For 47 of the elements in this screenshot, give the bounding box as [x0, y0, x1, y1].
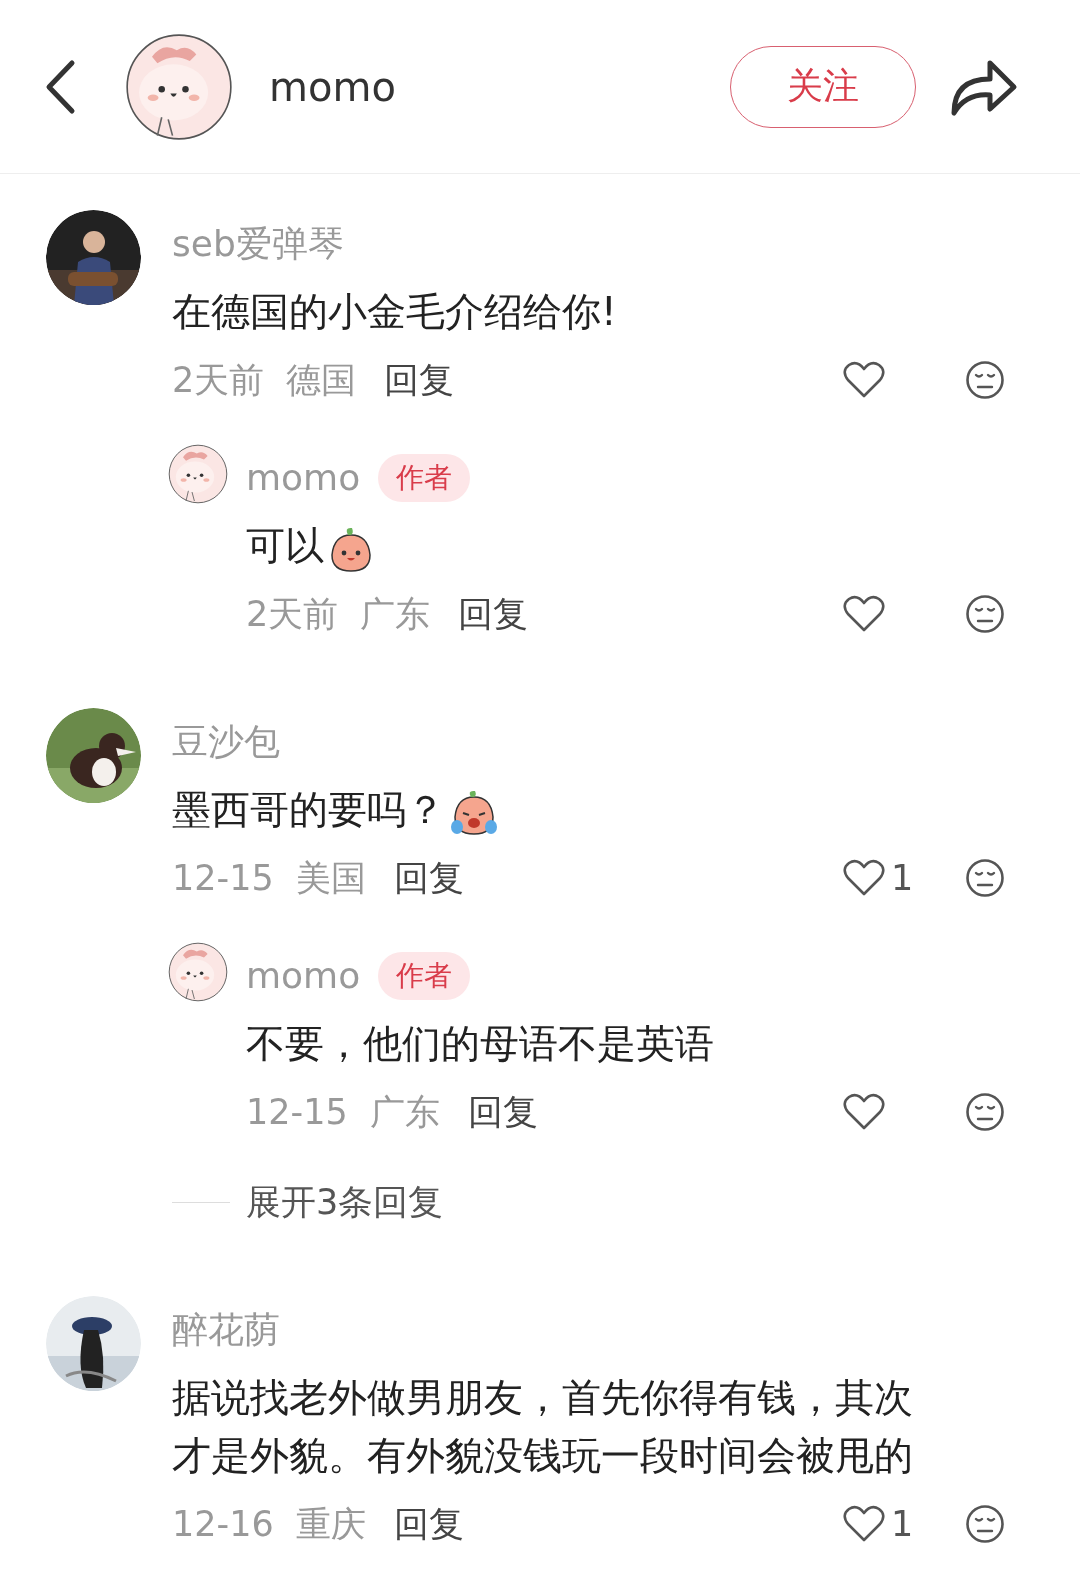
comment-date: 2天前	[246, 592, 339, 636]
heart-icon[interactable]	[843, 361, 885, 399]
like-count: 1	[891, 1504, 914, 1544]
comment-date: 12-15	[172, 858, 274, 898]
face-icon[interactable]	[965, 360, 1005, 400]
reply-link[interactable]: 回复	[393, 1500, 464, 1548]
sticker-icon	[449, 788, 499, 837]
comment-location: 德国	[286, 358, 357, 402]
commenter-name: momo	[246, 954, 361, 998]
reply-link[interactable]: 回复	[467, 1088, 538, 1136]
back-icon[interactable]	[44, 58, 76, 115]
like-count: 1	[891, 858, 914, 898]
reply-text: 不要，他们的母语不是英语	[246, 1021, 714, 1066]
follow-button[interactable]: 关注	[730, 45, 916, 128]
comment-location: 美国	[295, 856, 366, 900]
comment-text: 在德国的小金毛介绍给你!	[172, 289, 617, 334]
cartoon-avatar[interactable]	[168, 942, 228, 1002]
comment-location: 重庆	[295, 1502, 366, 1546]
heart-icon[interactable]	[843, 1093, 885, 1131]
commenter-name: momo	[246, 456, 361, 500]
cartoon-avatar[interactable]	[168, 444, 228, 504]
reply-link[interactable]: 回复	[393, 854, 464, 902]
heart-icon[interactable]	[843, 595, 885, 633]
comment-location: 广东	[360, 592, 431, 636]
heart-icon[interactable]	[843, 859, 885, 897]
author-badge: 作者	[378, 454, 471, 502]
comment-date: 2天前	[172, 358, 265, 402]
comment-date: 12-15	[246, 1092, 348, 1132]
comment-date: 12-16	[172, 1504, 274, 1544]
face-icon[interactable]	[965, 1504, 1005, 1544]
reply-link[interactable]: 回复	[384, 356, 455, 404]
commenter-name: seb爱弹琴	[172, 222, 344, 266]
cartoon-avatar[interactable]	[125, 32, 233, 141]
reply-link[interactable]: 回复	[458, 590, 529, 638]
comment-text: 墨西哥的要吗？	[172, 787, 445, 832]
face-icon[interactable]	[965, 858, 1005, 898]
heart-icon[interactable]	[843, 1505, 885, 1543]
commenter-name: 醉花荫	[172, 1308, 280, 1352]
commenter-name: 豆沙包	[172, 720, 280, 764]
face-icon[interactable]	[965, 1092, 1005, 1132]
comment-text: 据说找老外做男朋友，首先你得有钱，其次才是外貌。有外貌没钱玩一段时间会被甩的	[172, 1375, 913, 1478]
face-icon[interactable]	[965, 594, 1005, 634]
profile-name: momo	[269, 63, 397, 110]
expand-replies-link[interactable]: 展开3条回复	[246, 1178, 444, 1226]
author-badge: 作者	[378, 952, 471, 1000]
reply-text: 可以	[246, 523, 324, 568]
comment-location: 广东	[369, 1090, 440, 1134]
